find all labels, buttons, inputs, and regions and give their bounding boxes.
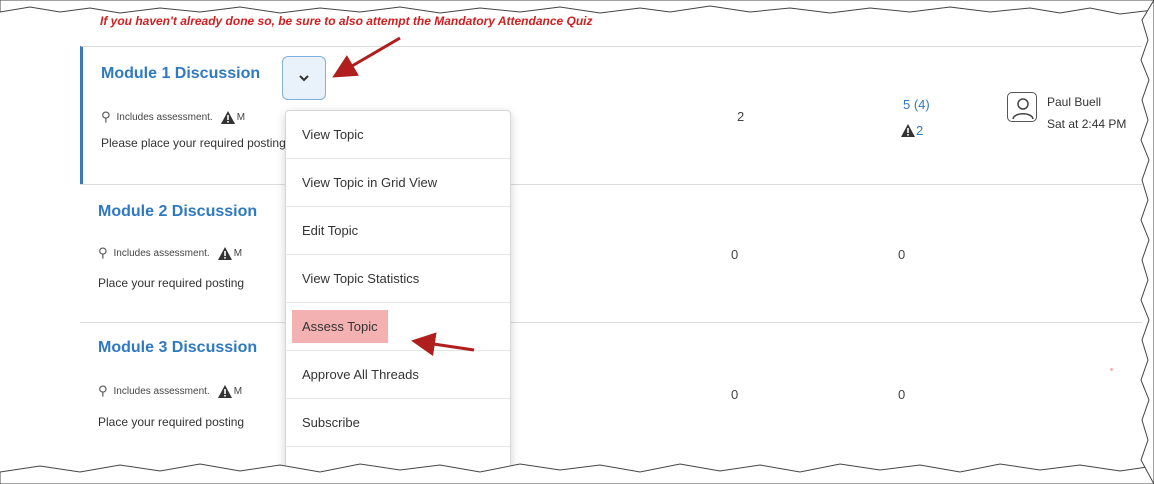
warning-icon xyxy=(217,384,232,398)
assessment-label: Includes assessment. xyxy=(116,111,213,123)
topic-actions-menu: View Topic View Topic in Grid View Edit … xyxy=(285,110,511,484)
threads-count: 0 xyxy=(731,387,739,402)
posts-count: 0 xyxy=(898,247,906,262)
assessment-label: Includes assessment. xyxy=(113,247,210,259)
attendance-notice: If you haven't already done so, be sure … xyxy=(100,14,593,28)
menu-item-label: View Topic in Grid View xyxy=(302,175,438,190)
flagged-posts[interactable]: 2 xyxy=(901,123,923,138)
menu-item-label: Subscribe xyxy=(302,415,360,430)
topic-meta: ⚲ Includes assessment. M xyxy=(98,245,242,261)
decorative-dot xyxy=(1110,368,1113,371)
menu-item-view-topic[interactable]: View Topic xyxy=(286,111,510,159)
warning-icon xyxy=(901,124,915,137)
menu-item-label: View Topic Statistics xyxy=(302,271,420,286)
topic-description: Place your required posting xyxy=(98,415,245,429)
assessment-label: Includes assessment. xyxy=(113,385,210,397)
posts-count: 0 xyxy=(898,387,906,402)
last-post-time: Sat at 2:44 PM xyxy=(1047,117,1127,131)
threads-count: 0 xyxy=(731,247,739,262)
menu-item-subscribe[interactable]: Subscribe xyxy=(286,399,510,447)
torn-edge-right xyxy=(1140,0,1154,484)
discussion-topics-panel: If you haven't already done so, be sure … xyxy=(0,0,1154,484)
topic-title-link[interactable]: Module 1 Discussion xyxy=(101,65,260,83)
menu-item-view-topic-grid[interactable]: View Topic in Grid View xyxy=(286,159,510,207)
menu-item-label: Assess Topic xyxy=(292,310,388,343)
menu-item-label: Edit Topic xyxy=(302,223,359,238)
topic-title-link[interactable]: Module 3 Discussion xyxy=(98,339,257,357)
topic-meta: ⚲ Includes assessment. M xyxy=(101,109,245,125)
menu-item-edit-topic[interactable]: Edit Topic xyxy=(286,207,510,255)
menu-item-approve-all-threads[interactable]: Approve All Threads xyxy=(286,351,510,399)
last-post-user[interactable]: Paul Buell xyxy=(1047,95,1101,109)
torn-edge-top xyxy=(0,0,1154,15)
topic-meta: ⚲ Includes assessment. M xyxy=(98,383,242,399)
pin-icon: ⚲ xyxy=(98,383,108,398)
pin-icon: ⚲ xyxy=(101,109,111,124)
flagged-count: 2 xyxy=(916,123,924,138)
threads-count: 2 xyxy=(737,109,745,124)
topic-title-link[interactable]: Module 2 Discussion xyxy=(98,203,257,221)
warning-icon xyxy=(217,246,232,260)
menu-item-label: View Topic xyxy=(302,127,364,142)
warning-text: M xyxy=(236,111,246,123)
warning-text: M xyxy=(233,247,243,259)
topic-row: Module 2 Discussion ⚲ Includes assessmen… xyxy=(80,184,1142,322)
topic-actions-dropdown-button[interactable] xyxy=(282,56,326,100)
chevron-down-icon xyxy=(299,75,309,82)
menu-item-label: Approve All Threads xyxy=(302,367,419,382)
menu-item-view-topic-statistics[interactable]: View Topic Statistics xyxy=(286,255,510,303)
user-avatar-icon[interactable] xyxy=(1007,92,1037,122)
pin-icon: ⚲ xyxy=(98,245,108,260)
warning-text: M xyxy=(233,385,243,397)
posts-count-link[interactable]: 5 (4) xyxy=(903,97,930,112)
topic-description: Please place your required posting xyxy=(101,136,286,150)
warning-icon xyxy=(220,110,235,124)
topic-description: Place your required posting xyxy=(98,276,245,290)
topic-row: Module 1 Discussion ⚲ Includes assessmen… xyxy=(80,46,1142,184)
menu-item-assess-topic[interactable]: Assess Topic xyxy=(286,303,510,351)
torn-edge-bottom xyxy=(0,463,1154,484)
topic-row: Module 3 Discussion ⚲ Includes assessmen… xyxy=(80,322,1142,460)
